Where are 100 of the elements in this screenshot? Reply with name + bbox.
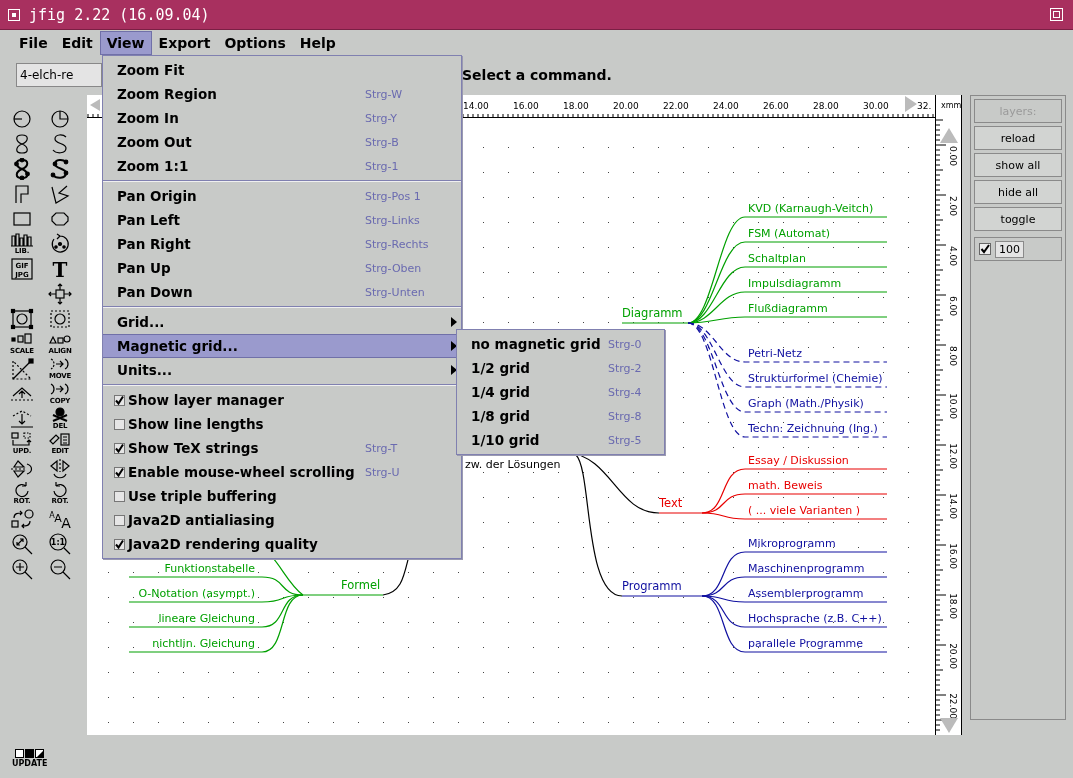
- node-label: Impulsdiagramm: [748, 277, 842, 290]
- text-icon: T: [47, 257, 73, 280]
- menu-item[interactable]: Pan Origin Strg-Pos 1: [103, 184, 461, 208]
- convert-icon: [9, 507, 35, 530]
- submenu-arrow-icon: [451, 365, 457, 375]
- checkbox[interactable]: [114, 490, 125, 502]
- move-arrows-icon: [47, 282, 73, 305]
- ruler-label: 2.00: [948, 196, 958, 216]
- depth-field[interactable]: 100: [995, 240, 1024, 258]
- ruler-label: 14.00: [463, 101, 489, 111]
- layer-button[interactable]: hide all: [974, 180, 1062, 204]
- edit-icon: [47, 432, 73, 447]
- layer-button[interactable]: toggle: [974, 207, 1062, 231]
- menu-title[interactable]: Export: [151, 31, 218, 55]
- zoom-fit-icon: [9, 532, 35, 555]
- ruler-label: 20.00: [613, 101, 639, 111]
- checkbox[interactable]: [114, 418, 125, 430]
- menu-item[interactable]: 1/4 grid Strg-4: [457, 380, 664, 404]
- node-label: math. Beweis: [748, 479, 823, 492]
- menu-item[interactable]: Pan Right Strg-Rechts: [103, 232, 461, 256]
- layer-button[interactable]: show all: [974, 153, 1062, 177]
- menu-item[interactable]: Pan Down Strg-Unten: [103, 280, 461, 304]
- node-label: Strukturformel (Chemie): [748, 372, 883, 385]
- menu-title[interactable]: Options: [217, 31, 293, 55]
- ruler-label: 14.00: [948, 493, 958, 519]
- node-label: ( ... viele Varianten ): [748, 504, 860, 517]
- dashed-triangle-icon: [9, 357, 35, 380]
- color-squares-icon: [14, 749, 45, 759]
- menu-title[interactable]: Edit: [54, 31, 100, 55]
- filename-field[interactable]: 4-elch-re: [16, 63, 102, 87]
- node-label: lineare Gleichung: [158, 612, 255, 625]
- ruler-label: 20.00: [948, 643, 958, 669]
- branch-label: Diagramm: [622, 306, 683, 320]
- ruler-label: 22.00: [663, 101, 689, 111]
- window-title: jfig 2.22 (16.09.04): [29, 5, 211, 24]
- ruler-label: 18.00: [948, 593, 958, 619]
- checkbox[interactable]: [114, 394, 125, 406]
- menu-item[interactable]: 1/2 grid Strg-2: [457, 356, 664, 380]
- library-icon: [9, 232, 35, 247]
- ruler-label: 10.00: [948, 393, 958, 419]
- submenu-arrow-icon: [451, 317, 457, 327]
- ruler-label: 28.00: [813, 101, 839, 111]
- update-all-button[interactable]: UPDATE: [12, 749, 48, 768]
- branch-label: Programm: [622, 579, 682, 593]
- menu-title[interactable]: Help: [292, 31, 343, 55]
- node-label: FSM (Automat): [748, 227, 830, 240]
- ruler-label: 0.00: [948, 146, 958, 166]
- menu-item[interactable]: Use triple buffering: [103, 484, 461, 508]
- text-tool[interactable]: T: [41, 256, 79, 281]
- align-icon: [47, 332, 73, 347]
- ruler-label: 8.00: [948, 346, 958, 366]
- layer-button[interactable]: reload: [974, 126, 1062, 150]
- ruler-label: 24.00: [713, 101, 739, 111]
- menu-title[interactable]: View: [99, 31, 152, 55]
- node-label: O-Notation (asympt.): [138, 587, 255, 600]
- node-label: Graph (Math./Physik): [748, 397, 864, 410]
- maximize-icon[interactable]: [1050, 8, 1063, 21]
- checkbox[interactable]: [114, 514, 125, 526]
- node-label: Petri-Netz: [748, 347, 802, 360]
- menu-item[interactable]: Pan Up Strg-Oben: [103, 256, 461, 280]
- zoom-actual-tool[interactable]: 1:1: [41, 531, 79, 556]
- submenu-arrow-icon: [451, 341, 457, 351]
- menu-item[interactable]: Grid...: [103, 310, 461, 334]
- checkbox[interactable]: [114, 442, 125, 454]
- branch-label: Text: [659, 496, 683, 510]
- menu-item[interactable]: 1/8 grid Strg-8: [457, 404, 664, 428]
- node-label: Hochsprache (z.B. C++): [748, 612, 882, 625]
- branch-label: Formel: [341, 578, 381, 592]
- scale-icon: [9, 332, 35, 347]
- menu-item[interactable]: Zoom Fit: [103, 58, 461, 82]
- status-message: Select a command.: [462, 67, 612, 83]
- window-menu-icon[interactable]: [8, 8, 20, 21]
- node-label: Flußdiagramm: [748, 302, 828, 315]
- ruler-label: 16.00: [513, 101, 539, 111]
- menu-item[interactable]: Pan Left Strg-Links: [103, 208, 461, 232]
- ruler-label: 30.00: [863, 101, 889, 111]
- node-label: Maschinenprogramm: [748, 562, 865, 575]
- menu-item[interactable]: Java2D rendering quality: [103, 532, 461, 556]
- node-label: Mikroprogramm: [748, 537, 836, 550]
- node-label: Essay / Diskussion: [748, 454, 849, 467]
- node-label: nichtlin. Gleichung: [152, 637, 255, 650]
- ruler-label: 16.00: [948, 543, 958, 569]
- node-label: Funktionstabelle: [164, 562, 255, 575]
- checkbox[interactable]: [114, 538, 125, 550]
- menu-item[interactable]: 1/10 grid Strg-5: [457, 428, 664, 452]
- checkbox[interactable]: [979, 243, 991, 255]
- menu-item[interactable]: Zoom In Strg-Y: [103, 106, 461, 130]
- menu-item[interactable]: Enable mouse-wheel scrolling Strg-U: [103, 460, 461, 484]
- ruler-label: 12.00: [948, 443, 958, 469]
- menu-title[interactable]: File: [12, 31, 55, 55]
- ruler-label: 26.00: [763, 101, 789, 111]
- node-label: parallele Programme: [748, 637, 864, 650]
- ruler-label: 18.00: [563, 101, 589, 111]
- ruler-label: 32.: [917, 101, 932, 111]
- menu-item[interactable]: Zoom 1:1 Strg-1: [103, 154, 461, 178]
- menu-item[interactable]: Zoom Region Strg-W: [103, 82, 461, 106]
- menu-item[interactable]: Zoom Out Strg-B: [103, 130, 461, 154]
- menu-item[interactable]: Java2D antialiasing: [103, 508, 461, 532]
- checkbox[interactable]: [114, 466, 125, 478]
- node-label: Schaltplan: [748, 252, 806, 265]
